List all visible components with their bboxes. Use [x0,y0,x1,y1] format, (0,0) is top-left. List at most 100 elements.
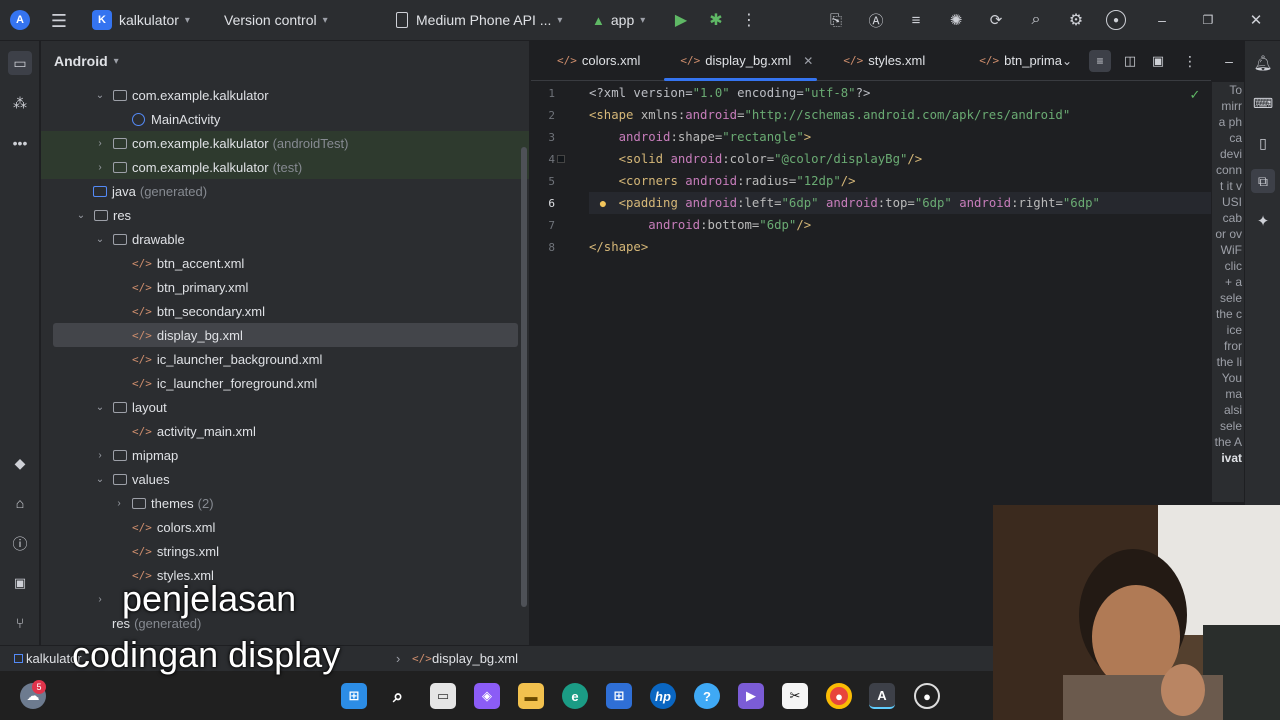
collapse-arrow-icon[interactable]: › [93,138,107,149]
main-menu-icon[interactable]: ☰ [48,10,70,32]
windows-start-icon[interactable]: ⊞ [341,683,367,709]
sync-icon[interactable]: ⟳ [986,10,1006,30]
problems-icon[interactable]: ⓘ [8,531,32,555]
res-folder-icon [94,209,108,221]
tree-row[interactable]: </> colors.xml [41,515,529,539]
terminal-icon[interactable]: ▣ [8,571,32,595]
tree-row[interactable]: </> strings.xml [41,539,529,563]
collapse-arrow-icon[interactable]: › [93,594,107,605]
tree-label: mipmap [132,447,179,463]
store-icon[interactable]: ⊞ [606,683,632,709]
expand-arrow-icon[interactable]: ⌄ [93,90,107,101]
device-explorer-icon[interactable]: ▯ [1251,131,1275,155]
tree-row[interactable]: ⌄ res [41,203,529,227]
run-icon[interactable]: ▶ [672,11,690,29]
tree-row[interactable]: </> btn_accent.xml [41,251,529,275]
running-devices-icon[interactable]: ⧉ [1251,169,1275,193]
tab-more-icon[interactable]: ⋮ [1183,50,1197,72]
tree-row[interactable]: </> ic_launcher_foreground.xml [41,371,529,395]
android-robot-icon[interactable]: ⌂ [8,491,32,515]
project-selector[interactable]: K kalkulator ▾ [92,0,190,41]
debug-icon[interactable]: ✱ [706,10,726,30]
tree-row[interactable]: › themes (2) [41,491,529,515]
task-view-icon[interactable]: ▭ [430,683,456,709]
xml-file-icon: </> [132,544,152,558]
split-view-icon[interactable]: ◫ [1119,50,1141,72]
code-view-icon[interactable]: ≡ [1089,50,1111,72]
git-branch-icon[interactable]: ⑂ [8,611,32,635]
tree-row[interactable]: </> activity_main.xml [41,419,529,443]
settings-gear-icon[interactable]: ⚙ [1066,10,1086,30]
tree-row[interactable]: java (generated) [41,179,529,203]
edge-browser-icon[interactable]: e [562,683,588,709]
tree-row[interactable]: › com.example.kalkulator (test) [41,155,529,179]
gemini-icon[interactable]: ✦ [1251,209,1275,233]
device-manager-icon[interactable]: ⎘ [826,10,846,30]
media-app-icon[interactable]: ▶ [738,683,764,709]
close-icon[interactable]: ✕ [1246,10,1266,30]
expand-arrow-icon[interactable]: ⌄ [93,234,107,245]
collapse-arrow-icon[interactable]: › [93,450,107,461]
tree-row[interactable]: ⌄ drawable [41,227,529,251]
tab-btn-primary-xml[interactable]: </> btn_prima [939,41,1076,81]
tab-styles-xml[interactable]: </> styles.xml [827,41,939,81]
collapse-arrow-icon[interactable]: › [93,162,107,173]
gem-icon[interactable]: ◆ [8,451,32,475]
maximize-icon[interactable]: ❐ [1198,10,1218,30]
tab-colors-xml[interactable]: </> colors.xml [531,41,654,81]
tree-row[interactable]: ⌄ values [41,467,529,491]
tree-row[interactable]: </> ic_launcher_background.xml [41,347,529,371]
minimize-panel-icon[interactable]: – [1217,49,1241,73]
package-folder-icon [113,89,127,101]
capcut-icon[interactable]: ✂ [782,683,808,709]
vcs-selector[interactable]: Version control ▾ [224,0,328,41]
color-swatch-icon[interactable] [557,155,565,163]
android-studio-logo-icon[interactable]: A [10,10,30,30]
close-tab-icon[interactable]: ✕ [803,54,813,68]
chevron-down-icon[interactable]: ⌄ [1059,53,1075,69]
collapse-arrow-icon[interactable]: › [112,498,126,509]
hp-icon[interactable]: hp [650,683,676,709]
resource-manager-icon[interactable]: ⁂ [8,91,32,115]
tree-row[interactable]: </> btn_secondary.xml [41,299,529,323]
expand-arrow-icon[interactable]: ⌄ [93,474,107,485]
screen-recorder-icon[interactable]: ● [914,683,940,709]
more-actions-icon[interactable]: ⋮ [741,10,757,30]
chrome-icon[interactable]: ● [826,683,852,709]
minimize-icon[interactable]: – [1152,10,1172,30]
bug-icon[interactable]: ✺ [946,10,966,30]
file-explorer-icon[interactable]: ▬ [518,683,544,709]
hint-line: clic [1224,259,1242,273]
device-selector[interactable]: Medium Phone API ... ▾ [396,0,562,41]
tree-row-selected[interactable]: </> display_bg.xml [53,323,518,347]
project-panel: Android ▾ ⌄ com.example.kalkulator MainA… [41,41,530,645]
project-folder-icon[interactable]: ▭ [8,51,32,75]
android-studio-taskbar-icon[interactable]: A [869,683,895,709]
notifications-icon[interactable]: 🔔︎ [1251,51,1275,75]
translate-icon[interactable]: Ⓐ [866,10,886,30]
account-icon[interactable]: ● [1106,10,1126,30]
tree-row[interactable]: ⌄ com.example.kalkulator [41,83,529,107]
expand-arrow-icon[interactable]: ⌄ [74,210,88,221]
copilot-icon[interactable]: ◈ [474,683,500,709]
logcat-icon[interactable]: ≡ [906,10,926,30]
search-icon[interactable]: ⌕ [385,683,411,709]
tree-row[interactable]: </> btn_primary.xml [41,275,529,299]
tree-row[interactable]: MainActivity [41,107,529,131]
design-view-icon[interactable]: ▣ [1147,50,1169,72]
xml-file-icon: </> [132,256,152,270]
tree-row[interactable]: › mipmap [41,443,529,467]
folder-icon [132,497,146,509]
help-icon[interactable]: ? [694,683,720,709]
search-icon[interactable]: ⌕ [1026,10,1046,30]
run-config-selector[interactable]: ▲ app ▾ [592,0,645,41]
breadcrumb-file[interactable]: display_bg.xml [432,651,518,666]
tree-row[interactable]: ⌄ layout [41,395,529,419]
tree-row[interactable]: › com.example.kalkulator (androidTest) [41,131,529,155]
tab-display-bg-xml[interactable]: </> display_bg.xml ✕ [654,41,827,81]
expand-arrow-icon[interactable]: ⌄ [93,402,107,413]
vertical-scrollbar[interactable] [521,147,527,607]
emulator-icon[interactable]: ⌨ [1251,91,1275,115]
project-view-selector[interactable]: Android ▾ [41,41,529,81]
more-tools-icon[interactable]: ••• [8,131,32,155]
